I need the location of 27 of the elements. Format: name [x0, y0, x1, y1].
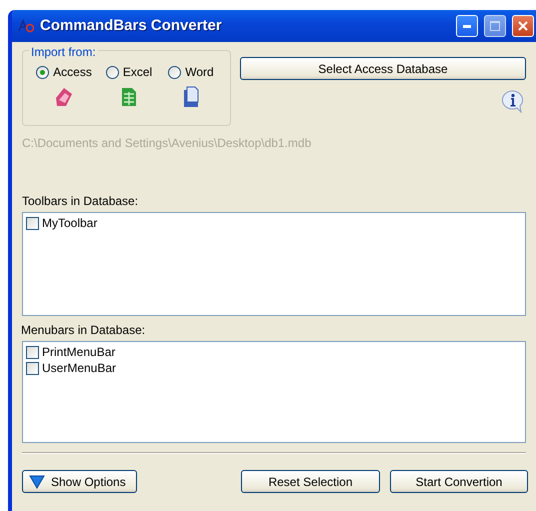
close-button[interactable]	[512, 15, 534, 37]
reset-selection-button[interactable]: Reset Selection	[241, 470, 380, 493]
show-options-button[interactable]: Show Options	[22, 470, 137, 493]
radio-button[interactable]: Excel	[106, 63, 152, 81]
list-label: Toolbars in Database:	[22, 193, 140, 210]
select-database-button[interactable]: Select Access Database	[240, 57, 526, 80]
close-icon	[518, 21, 528, 31]
list-item[interactable]: UserMenuBar	[42, 359, 116, 377]
spreadsheet-icon	[120, 86, 138, 108]
radio-button[interactable]: Access	[36, 63, 92, 81]
info-icon[interactable]	[502, 90, 524, 114]
checkbox[interactable]	[26, 346, 39, 358]
minimize-button[interactable]	[456, 15, 478, 37]
app-icon	[18, 19, 34, 33]
maximize-icon	[490, 21, 500, 31]
window-title: CommandBars Converter	[40, 16, 223, 36]
database-path: C:\Documents and Settings\Avenius\Desktop\db1.mdb	[22, 135, 312, 152]
list-item[interactable]: PrintMenuBar	[42, 343, 116, 361]
start-conversion-button[interactable]: Start Convertion	[390, 470, 528, 493]
list-label: Menubars in Database:	[21, 322, 146, 339]
minimize-icon	[463, 24, 471, 28]
radio-button[interactable]: Word	[168, 63, 214, 81]
checkbox[interactable]	[26, 216, 39, 230]
triangle-icon	[29, 474, 45, 488]
list-item[interactable]: MyToolbar	[42, 214, 98, 232]
document-icon	[182, 86, 200, 108]
checkbox[interactable]	[26, 362, 39, 374]
